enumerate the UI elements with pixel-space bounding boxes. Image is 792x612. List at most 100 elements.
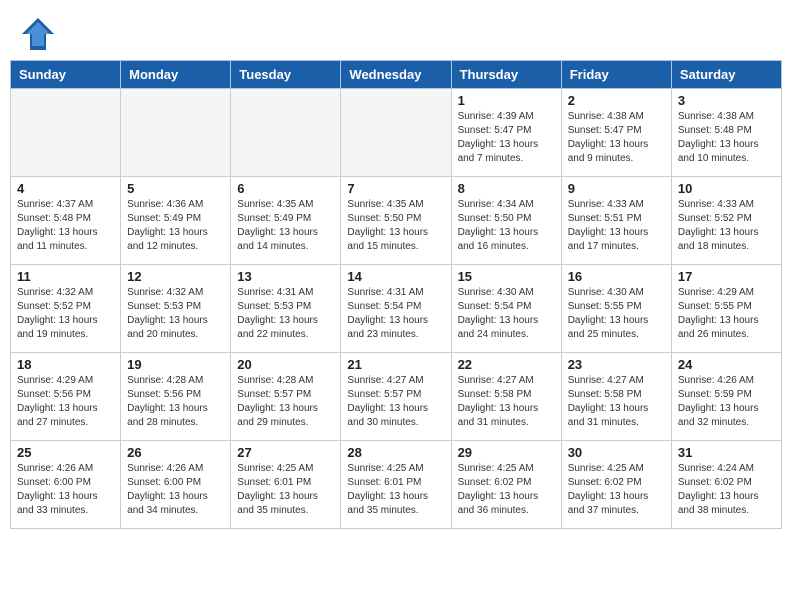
calendar-cell-empty	[121, 89, 231, 177]
weekday-header-wednesday: Wednesday	[341, 61, 451, 89]
calendar-cell-3: 3 Sunrise: 4:38 AMSunset: 5:48 PMDaylight…	[671, 89, 781, 177]
calendar-cell-13: 13 Sunrise: 4:31 AMSunset: 5:53 PMDayligh…	[231, 265, 341, 353]
calendar-cell-16: 16 Sunrise: 4:30 AMSunset: 5:55 PMDayligh…	[561, 265, 671, 353]
day-info: Sunrise: 4:27 AMSunset: 5:57 PMDaylight:…	[347, 374, 444, 430]
day-info: Sunrise: 4:26 AMSunset: 5:59 PMDaylight:…	[678, 374, 775, 430]
day-info: Sunrise: 4:37 AMSunset: 5:48 PMDaylight:…	[17, 198, 114, 254]
day-number: 15	[458, 269, 555, 284]
day-number: 16	[568, 269, 665, 284]
day-info: Sunrise: 4:33 AMSunset: 5:52 PMDaylight:…	[678, 198, 775, 254]
day-number: 1	[458, 93, 555, 108]
week-row-5: 25 Sunrise: 4:26 AMSunset: 6:00 PMDayligh…	[11, 441, 782, 529]
calendar-cell-empty	[341, 89, 451, 177]
day-info: Sunrise: 4:25 AMSunset: 6:02 PMDaylight:…	[458, 462, 555, 518]
calendar-cell-4: 4Sunrise: 4:37 AMSunset: 5:48 PMDaylight…	[11, 177, 121, 265]
day-info: Sunrise: 4:34 AMSunset: 5:50 PMDaylight:…	[458, 198, 555, 254]
day-number: 8	[458, 181, 555, 196]
calendar-cell-10: 10 Sunrise: 4:33 AMSunset: 5:52 PMDayligh…	[671, 177, 781, 265]
day-info: Sunrise: 4:26 AMSunset: 6:00 PMDaylight:…	[17, 462, 114, 518]
day-info: Sunrise: 4:27 AMSunset: 5:58 PMDaylight:…	[568, 374, 665, 430]
day-info: Sunrise: 4:33 AMSunset: 5:51 PMDaylight:…	[568, 198, 665, 254]
day-info: Sunrise: 4:35 AMSunset: 5:50 PMDaylight:…	[347, 198, 444, 254]
day-info: Sunrise: 4:28 AMSunset: 5:57 PMDaylight:…	[237, 374, 334, 430]
day-info: Sunrise: 4:30 AMSunset: 5:54 PMDaylight:…	[458, 286, 555, 342]
day-number: 24	[678, 357, 775, 372]
calendar-cell-23: 23 Sunrise: 4:27 AMSunset: 5:58 PMDayligh…	[561, 353, 671, 441]
day-number: 3	[678, 93, 775, 108]
calendar-cell-27: 27 Sunrise: 4:25 AMSunset: 6:01 PMDayligh…	[231, 441, 341, 529]
calendar-cell-22: 22Sunrise: 4:27 AMSunset: 5:58 PMDayligh…	[451, 353, 561, 441]
calendar-cell-29: 29 Sunrise: 4:25 AMSunset: 6:02 PMDayligh…	[451, 441, 561, 529]
day-number: 6	[237, 181, 334, 196]
day-info: Sunrise: 4:38 AMSunset: 5:48 PMDaylight:…	[678, 110, 775, 166]
weekday-header-tuesday: Tuesday	[231, 61, 341, 89]
day-number: 26	[127, 445, 224, 460]
day-info: Sunrise: 4:36 AMSunset: 5:49 PMDaylight:…	[127, 198, 224, 254]
day-number: 25	[17, 445, 114, 460]
day-info: Sunrise: 4:38 AMSunset: 5:47 PMDaylight:…	[568, 110, 665, 166]
weekday-header-sunday: Sunday	[11, 61, 121, 89]
day-info: Sunrise: 4:30 AMSunset: 5:55 PMDaylight:…	[568, 286, 665, 342]
day-info: Sunrise: 4:25 AMSunset: 6:02 PMDaylight:…	[568, 462, 665, 518]
calendar-cell-14: 14Sunrise: 4:31 AMSunset: 5:54 PMDayligh…	[341, 265, 451, 353]
weekday-header-row: SundayMondayTuesdayWednesdayThursdayFrid…	[11, 61, 782, 89]
day-info: Sunrise: 4:29 AMSunset: 5:56 PMDaylight:…	[17, 374, 114, 430]
day-number: 28	[347, 445, 444, 460]
day-number: 21	[347, 357, 444, 372]
day-info: Sunrise: 4:28 AMSunset: 5:56 PMDaylight:…	[127, 374, 224, 430]
day-number: 2	[568, 93, 665, 108]
day-number: 23	[568, 357, 665, 372]
calendar-table: SundayMondayTuesdayWednesdayThursdayFrid…	[10, 60, 782, 529]
calendar-cell-25: 25 Sunrise: 4:26 AMSunset: 6:00 PMDayligh…	[11, 441, 121, 529]
week-row-4: 18Sunrise: 4:29 AMSunset: 5:56 PMDayligh…	[11, 353, 782, 441]
calendar-cell-18: 18Sunrise: 4:29 AMSunset: 5:56 PMDayligh…	[11, 353, 121, 441]
weekday-header-monday: Monday	[121, 61, 231, 89]
calendar-cell-15: 15 Sunrise: 4:30 AMSunset: 5:54 PMDayligh…	[451, 265, 561, 353]
day-number: 11	[17, 269, 114, 284]
calendar-cell-7: 7 Sunrise: 4:35 AMSunset: 5:50 PMDaylight…	[341, 177, 451, 265]
day-info: Sunrise: 4:25 AMSunset: 6:01 PMDaylight:…	[347, 462, 444, 518]
calendar-cell-20: 20Sunrise: 4:28 AMSunset: 5:57 PMDayligh…	[231, 353, 341, 441]
calendar-cell-empty	[11, 89, 121, 177]
calendar-cell-17: 17 Sunrise: 4:29 AMSunset: 5:55 PMDayligh…	[671, 265, 781, 353]
day-info: Sunrise: 4:29 AMSunset: 5:55 PMDaylight:…	[678, 286, 775, 342]
day-number: 12	[127, 269, 224, 284]
day-number: 31	[678, 445, 775, 460]
day-info: Sunrise: 4:26 AMSunset: 6:00 PMDaylight:…	[127, 462, 224, 518]
day-number: 27	[237, 445, 334, 460]
day-number: 13	[237, 269, 334, 284]
calendar-cell-2: 2 Sunrise: 4:38 AMSunset: 5:47 PMDaylight…	[561, 89, 671, 177]
day-info: Sunrise: 4:32 AMSunset: 5:52 PMDaylight:…	[17, 286, 114, 342]
day-number: 19	[127, 357, 224, 372]
week-row-1: 1 Sunrise: 4:39 AMSunset: 5:47 PMDaylight…	[11, 89, 782, 177]
calendar-cell-1: 1 Sunrise: 4:39 AMSunset: 5:47 PMDaylight…	[451, 89, 561, 177]
day-info: Sunrise: 4:27 AMSunset: 5:58 PMDaylight:…	[458, 374, 555, 430]
calendar-cell-6: 6Sunrise: 4:35 AMSunset: 5:49 PMDaylight…	[231, 177, 341, 265]
calendar-cell-21: 21 Sunrise: 4:27 AMSunset: 5:57 PMDayligh…	[341, 353, 451, 441]
weekday-header-friday: Friday	[561, 61, 671, 89]
day-number: 30	[568, 445, 665, 460]
day-number: 5	[127, 181, 224, 196]
calendar-cell-19: 19 Sunrise: 4:28 AMSunset: 5:56 PMDayligh…	[121, 353, 231, 441]
page-header	[0, 0, 792, 60]
day-info: Sunrise: 4:32 AMSunset: 5:53 PMDaylight:…	[127, 286, 224, 342]
weekday-header-thursday: Thursday	[451, 61, 561, 89]
calendar-cell-empty	[231, 89, 341, 177]
day-number: 17	[678, 269, 775, 284]
weekday-header-saturday: Saturday	[671, 61, 781, 89]
day-number: 10	[678, 181, 775, 196]
calendar-cell-28: 28 Sunrise: 4:25 AMSunset: 6:01 PMDayligh…	[341, 441, 451, 529]
logo-icon	[20, 16, 56, 52]
day-number: 29	[458, 445, 555, 460]
day-info: Sunrise: 4:25 AMSunset: 6:01 PMDaylight:…	[237, 462, 334, 518]
calendar-cell-24: 24 Sunrise: 4:26 AMSunset: 5:59 PMDayligh…	[671, 353, 781, 441]
day-info: Sunrise: 4:39 AMSunset: 5:47 PMDaylight:…	[458, 110, 555, 166]
logo	[20, 16, 62, 52]
calendar-cell-31: 31 Sunrise: 4:24 AMSunset: 6:02 PMDayligh…	[671, 441, 781, 529]
day-number: 7	[347, 181, 444, 196]
week-row-3: 11 Sunrise: 4:32 AMSunset: 5:52 PMDayligh…	[11, 265, 782, 353]
day-info: Sunrise: 4:24 AMSunset: 6:02 PMDaylight:…	[678, 462, 775, 518]
calendar-cell-9: 9Sunrise: 4:33 AMSunset: 5:51 PMDaylight…	[561, 177, 671, 265]
day-info: Sunrise: 4:31 AMSunset: 5:53 PMDaylight:…	[237, 286, 334, 342]
calendar-cell-5: 5 Sunrise: 4:36 AMSunset: 5:49 PMDaylight…	[121, 177, 231, 265]
